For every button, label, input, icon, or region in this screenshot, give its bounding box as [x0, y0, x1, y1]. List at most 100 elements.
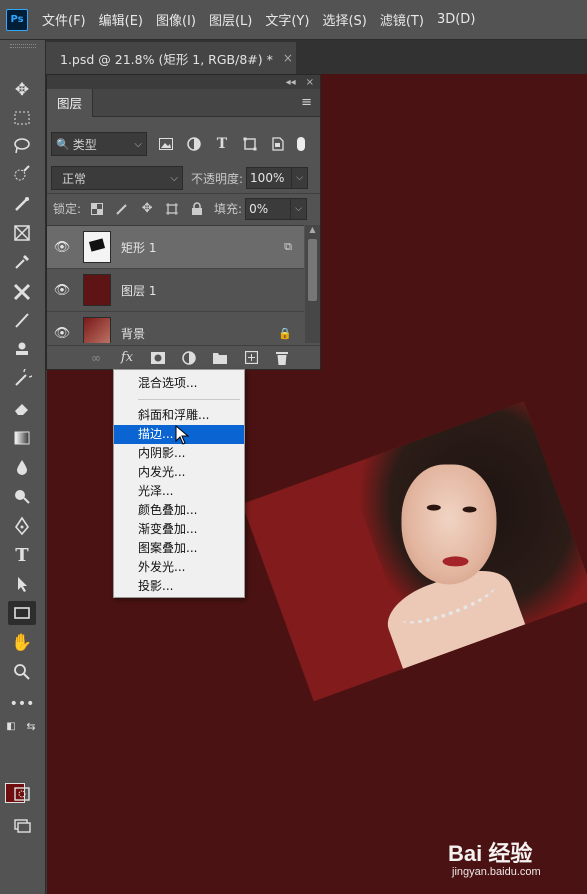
- layer-row-layer1[interactable]: 👁 图层 1: [47, 269, 304, 312]
- menu-3d[interactable]: 3D(D): [437, 12, 475, 27]
- rectangle-tool-icon[interactable]: [8, 601, 36, 625]
- default-colors-icon[interactable]: ◧: [2, 718, 20, 734]
- layer-row-rectangle[interactable]: 👁 矩形 1 ⧉: [47, 226, 304, 269]
- eye-icon[interactable]: 👁: [47, 326, 77, 341]
- hand-tool-icon[interactable]: ✋: [8, 631, 36, 655]
- menu-select[interactable]: 选择(S): [322, 10, 366, 29]
- portrait-eye: [462, 506, 477, 513]
- menu-item-satin[interactable]: 光泽...: [114, 482, 244, 501]
- document-tab[interactable]: 1.psd @ 21.8% (矩形 1, RGB/8#) * ×: [46, 42, 296, 74]
- menu-item-color-overlay[interactable]: 颜色叠加...: [114, 501, 244, 520]
- collapse-panel-icon[interactable]: ◂◂: [286, 77, 296, 88]
- frame-tool-icon[interactable]: [8, 221, 36, 245]
- panel-footer: ∞ fx: [47, 345, 320, 369]
- portrait-eye: [426, 504, 441, 511]
- swap-colors-icon[interactable]: ⇆: [22, 718, 40, 734]
- lock-all-icon[interactable]: [188, 200, 206, 218]
- stamp-tool-icon[interactable]: [8, 338, 36, 362]
- blend-mode-select[interactable]: 正常 ⌵: [51, 166, 183, 190]
- link-icon[interactable]: ∞: [87, 349, 105, 367]
- menu-file[interactable]: 文件(F): [42, 10, 86, 29]
- lock-transparent-icon[interactable]: [88, 200, 106, 218]
- dodge-tool-icon[interactable]: [8, 484, 36, 508]
- layer-name: 背景: [121, 326, 146, 341]
- adjustment-filter-icon[interactable]: [185, 135, 203, 153]
- opacity-dropdown-icon[interactable]: ⌵: [292, 167, 309, 189]
- menu-item-drop-shadow[interactable]: 投影...: [114, 577, 244, 596]
- close-panel-icon[interactable]: ×: [306, 77, 314, 88]
- new-layer-icon[interactable]: [242, 349, 260, 367]
- menu-bar: Ps 文件(F) 编辑(E) 图像(I) 图层(L) 文字(Y) 选择(S) 滤…: [0, 0, 587, 40]
- fill-dropdown-icon[interactable]: ⌵: [291, 197, 308, 220]
- history-brush-tool-icon[interactable]: [8, 367, 36, 391]
- menu-item-inner-shadow[interactable]: 内阴影...: [114, 444, 244, 463]
- tools-panel: ✥ T ✋ ••• ◧ ⇆: [0, 40, 46, 894]
- quick-mask-icon[interactable]: [8, 782, 36, 806]
- menu-item-outer-glow[interactable]: 外发光...: [114, 558, 244, 577]
- document-tab-bar: 1.psd @ 21.8% (矩形 1, RGB/8#) * ×: [46, 40, 587, 74]
- menu-type[interactable]: 文字(Y): [265, 10, 309, 29]
- menu-layer[interactable]: 图层(L): [209, 10, 252, 29]
- eyedropper-tool-icon[interactable]: [8, 250, 36, 274]
- toolbar-grip[interactable]: [10, 44, 36, 48]
- opacity-label: 不透明度:: [191, 171, 244, 186]
- healing-brush-tool-icon[interactable]: [8, 280, 36, 304]
- image-filter-icon[interactable]: [157, 135, 175, 153]
- layer-name: 矩形 1: [121, 240, 157, 255]
- lock-position-icon[interactable]: ✥: [138, 200, 156, 218]
- eraser-tool-icon[interactable]: [8, 396, 36, 420]
- menu-item-pattern-overlay[interactable]: 图案叠加...: [114, 539, 244, 558]
- chevron-down-icon: ⌵: [134, 138, 142, 150]
- scrollbar-thumb[interactable]: [308, 239, 317, 301]
- pen-tool-icon[interactable]: [8, 514, 36, 538]
- scroll-up-icon[interactable]: ▲: [305, 225, 320, 237]
- shape-filter-icon[interactable]: [241, 135, 259, 153]
- paint-brush-tool-icon[interactable]: [8, 308, 36, 332]
- gradient-tool-icon[interactable]: [8, 426, 36, 450]
- more-tools-icon[interactable]: •••: [8, 692, 36, 716]
- brush-tool-icon[interactable]: [8, 192, 36, 216]
- filter-row: 🔍 类型 ⌵ T: [47, 127, 320, 161]
- folder-icon[interactable]: [211, 349, 229, 367]
- menu-item-gradient-overlay[interactable]: 渐变叠加...: [114, 520, 244, 539]
- mask-icon[interactable]: [149, 349, 167, 367]
- layers-panel: ◂◂ × 图层 ≡ 🔍 类型 ⌵ T 正常 ⌵ 不透明度: 100% ⌵ 锁定:…: [46, 74, 321, 370]
- menu-item-inner-glow[interactable]: 内发光...: [114, 463, 244, 482]
- move-tool-icon[interactable]: ✥: [8, 78, 36, 102]
- eye-icon[interactable]: 👁: [47, 283, 77, 298]
- adjustment-icon[interactable]: [180, 349, 198, 367]
- filter-type-select[interactable]: 🔍 类型 ⌵: [51, 132, 147, 156]
- filter-toggle[interactable]: [297, 137, 305, 151]
- fx-icon[interactable]: fx: [118, 349, 136, 367]
- eye-icon[interactable]: 👁: [47, 240, 77, 255]
- baidu-watermark: Bai 经验: [448, 841, 533, 866]
- panel-menu-icon[interactable]: ≡: [301, 95, 312, 110]
- lasso-tool-icon[interactable]: [8, 134, 36, 158]
- quick-selection-tool-icon[interactable]: [8, 162, 36, 186]
- menu-item-blending-options[interactable]: 混合选项...: [114, 374, 244, 393]
- layer-list-scrollbar[interactable]: ▲: [305, 225, 320, 343]
- smart-object-filter-icon[interactable]: [269, 135, 287, 153]
- portrait-lips: [442, 556, 469, 567]
- tab-layers[interactable]: 图层: [47, 88, 94, 117]
- blur-tool-icon[interactable]: [8, 455, 36, 479]
- layer-row-background[interactable]: 👁 背景 🔒: [47, 312, 304, 343]
- menu-edit[interactable]: 编辑(E): [99, 10, 143, 29]
- menu-filter[interactable]: 滤镜(T): [380, 10, 424, 29]
- menu-item-bevel-emboss[interactable]: 斜面和浮雕...: [114, 406, 244, 425]
- menu-image[interactable]: 图像(I): [156, 10, 196, 29]
- lock-artboard-icon[interactable]: [163, 200, 181, 218]
- panel-header: 图层 ≡: [47, 88, 320, 117]
- trash-icon[interactable]: [273, 349, 291, 367]
- marquee-tool-icon[interactable]: [8, 106, 36, 130]
- screen-mode-icon[interactable]: [8, 813, 36, 837]
- type-tool-icon[interactable]: T: [8, 543, 36, 567]
- fill-input[interactable]: 0%: [245, 197, 292, 220]
- lock-pixels-icon[interactable]: [113, 200, 131, 218]
- zoom-tool-icon[interactable]: [8, 660, 36, 684]
- opacity-input[interactable]: 100%: [246, 167, 293, 189]
- close-icon[interactable]: ×: [283, 51, 293, 65]
- path-selection-tool-icon[interactable]: [8, 572, 36, 596]
- type-filter-icon[interactable]: T: [213, 135, 231, 153]
- panel-title-strip: ◂◂ ×: [47, 75, 320, 89]
